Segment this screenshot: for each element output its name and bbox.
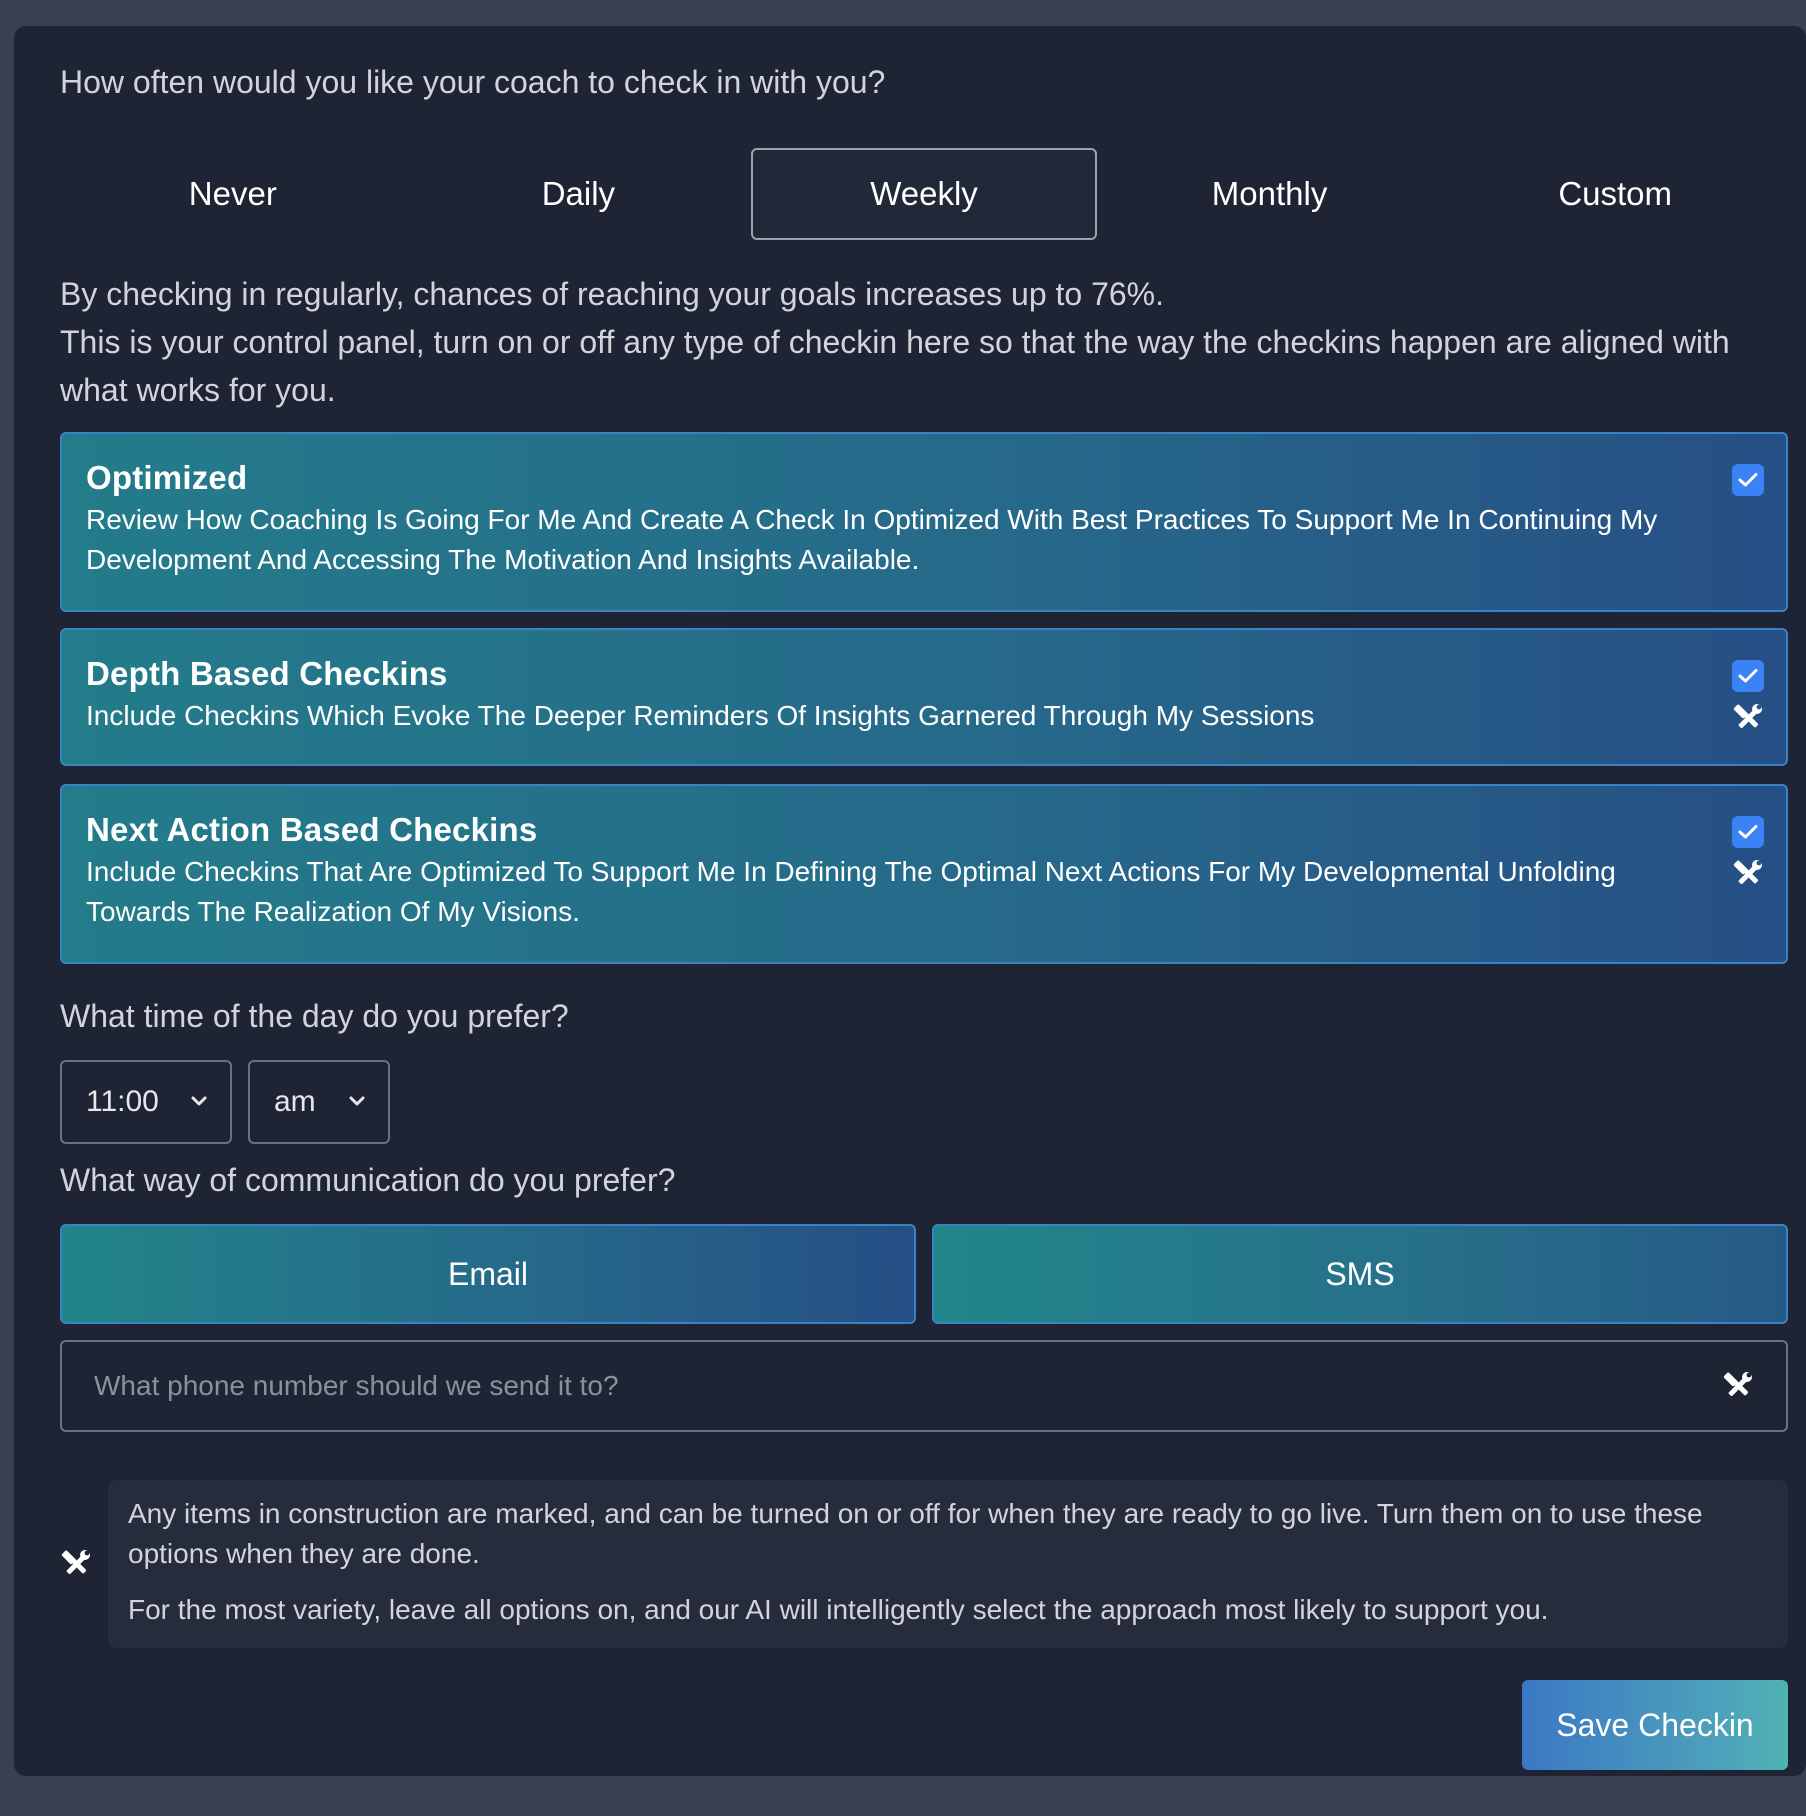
tab-daily[interactable]: Daily <box>406 148 752 240</box>
check-icon[interactable] <box>1732 816 1764 848</box>
option-title: Depth Based Checkins <box>86 655 448 692</box>
option-title: Optimized <box>86 459 248 496</box>
sms-button[interactable]: SMS <box>932 1224 1788 1324</box>
period-select[interactable]: am <box>248 1060 390 1144</box>
phone-number-input[interactable] <box>60 1340 1788 1432</box>
hammer-wrench-icon <box>1732 858 1764 890</box>
tab-never[interactable]: Never <box>60 148 406 240</box>
option-card-optimized[interactable]: Optimized Review How Coaching Is Going F… <box>60 432 1788 612</box>
hammer-wrench-icon <box>60 1548 92 1580</box>
tab-monthly[interactable]: Monthly <box>1097 148 1443 240</box>
check-icon[interactable] <box>1732 464 1764 496</box>
intro-text: By checking in regularly, chances of rea… <box>60 270 1800 414</box>
save-checkin-button[interactable]: Save Checkin <box>1522 1680 1788 1770</box>
frequency-tabs: Never Daily Weekly Monthly Custom <box>60 148 1788 240</box>
communication-question: What way of communication do you prefer? <box>60 1162 676 1198</box>
tab-weekly[interactable]: Weekly <box>751 148 1097 240</box>
intro-line-1: By checking in regularly, chances of rea… <box>60 276 1165 312</box>
chevron-down-icon <box>349 1096 365 1106</box>
option-card-next-action[interactable]: Next Action Based Checkins Include Check… <box>60 784 1788 964</box>
hammer-wrench-icon <box>1722 1370 1754 1402</box>
time-question: What time of the day do you prefer? <box>60 998 569 1034</box>
intro-line-2: This is your control panel, turn on or o… <box>60 324 1730 408</box>
frequency-question: How often would you like your coach to c… <box>60 64 886 100</box>
hour-value: 11:00 <box>86 1085 159 1118</box>
option-description: Review How Coaching Is Going For Me And … <box>86 504 1658 575</box>
chevron-down-icon <box>191 1096 207 1106</box>
checkin-settings-panel: How often would you like your coach to c… <box>14 26 1806 1776</box>
email-button[interactable]: Email <box>60 1224 916 1324</box>
option-description: Include Checkins Which Evoke The Deeper … <box>86 700 1315 731</box>
option-description: Include Checkins That Are Optimized To S… <box>86 856 1616 927</box>
check-icon[interactable] <box>1732 660 1764 692</box>
hour-select[interactable]: 11:00 <box>60 1060 232 1144</box>
construction-note: Any items in construction are marked, an… <box>108 1480 1788 1648</box>
note-line-2: For the most variety, leave all options … <box>128 1594 1549 1625</box>
period-value: am <box>274 1085 316 1118</box>
note-line-1: Any items in construction are marked, an… <box>128 1498 1703 1569</box>
option-card-depth-based[interactable]: Depth Based Checkins Include Checkins Wh… <box>60 628 1788 766</box>
option-title: Next Action Based Checkins <box>86 811 538 848</box>
tab-custom[interactable]: Custom <box>1442 148 1788 240</box>
hammer-wrench-icon <box>1732 702 1764 734</box>
